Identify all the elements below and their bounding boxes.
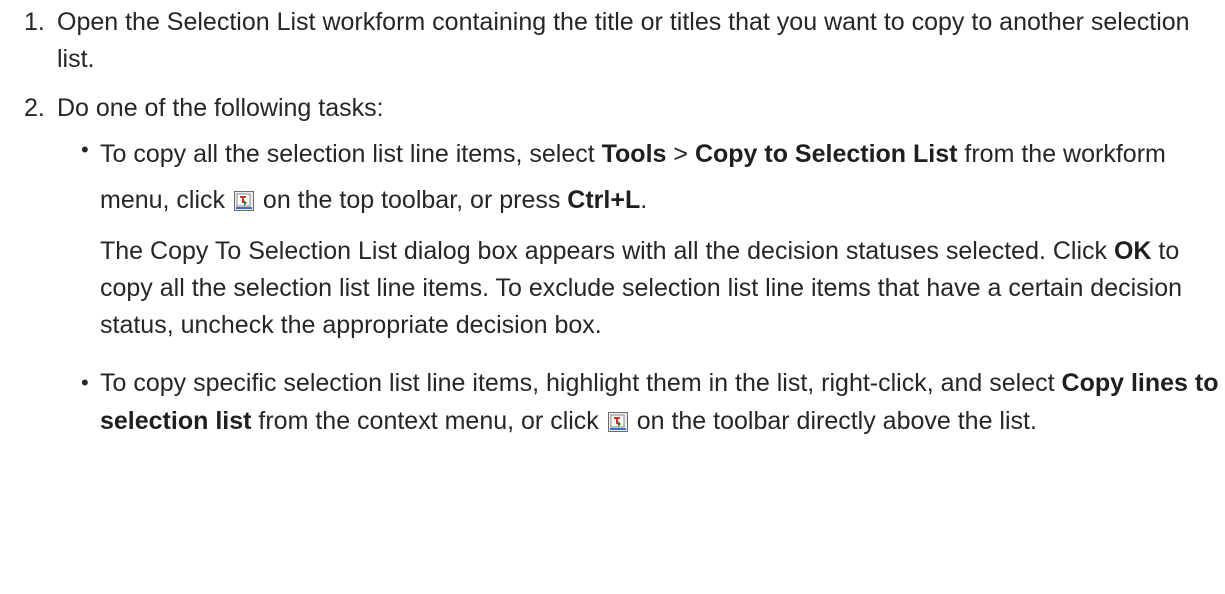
step-text: Do one of the following tasks: bbox=[57, 94, 384, 122]
task-text: To copy specific selection list line ite… bbox=[100, 369, 1219, 435]
ok-label: OK bbox=[1113, 237, 1152, 265]
step-1: 1. Open the Selection List workform cont… bbox=[0, 4, 1225, 78]
help-document: 1. Open the Selection List workform cont… bbox=[0, 4, 1225, 440]
step-number: 2. bbox=[24, 94, 45, 122]
task-copy-all: • To copy all the selection list line it… bbox=[57, 131, 1225, 344]
step-2: 2. Do one of the following tasks: • To c… bbox=[0, 90, 1225, 440]
step-number: 1. bbox=[24, 8, 45, 36]
task-list: • To copy all the selection list line it… bbox=[57, 131, 1225, 440]
bullet: • bbox=[81, 137, 89, 162]
copy-to-selection-list-icon bbox=[233, 191, 254, 211]
bullet: • bbox=[81, 370, 89, 395]
menu-tools: Tools bbox=[601, 140, 667, 168]
task-text: To copy all the selection list line item… bbox=[100, 140, 1166, 214]
steps-list: 1. Open the Selection List workform cont… bbox=[0, 4, 1225, 440]
shortcut-ctrl-l: Ctrl+L bbox=[567, 186, 641, 214]
step-text: Open the Selection List workform contain… bbox=[57, 8, 1190, 73]
task-note: The Copy To Selection List dialog box ap… bbox=[100, 237, 1183, 339]
task-copy-specific: • To copy specific selection list line i… bbox=[57, 364, 1225, 440]
copy-to-selection-list-icon bbox=[607, 412, 628, 432]
menu-copy-to-selection-list: Copy to Selection List bbox=[694, 140, 958, 168]
